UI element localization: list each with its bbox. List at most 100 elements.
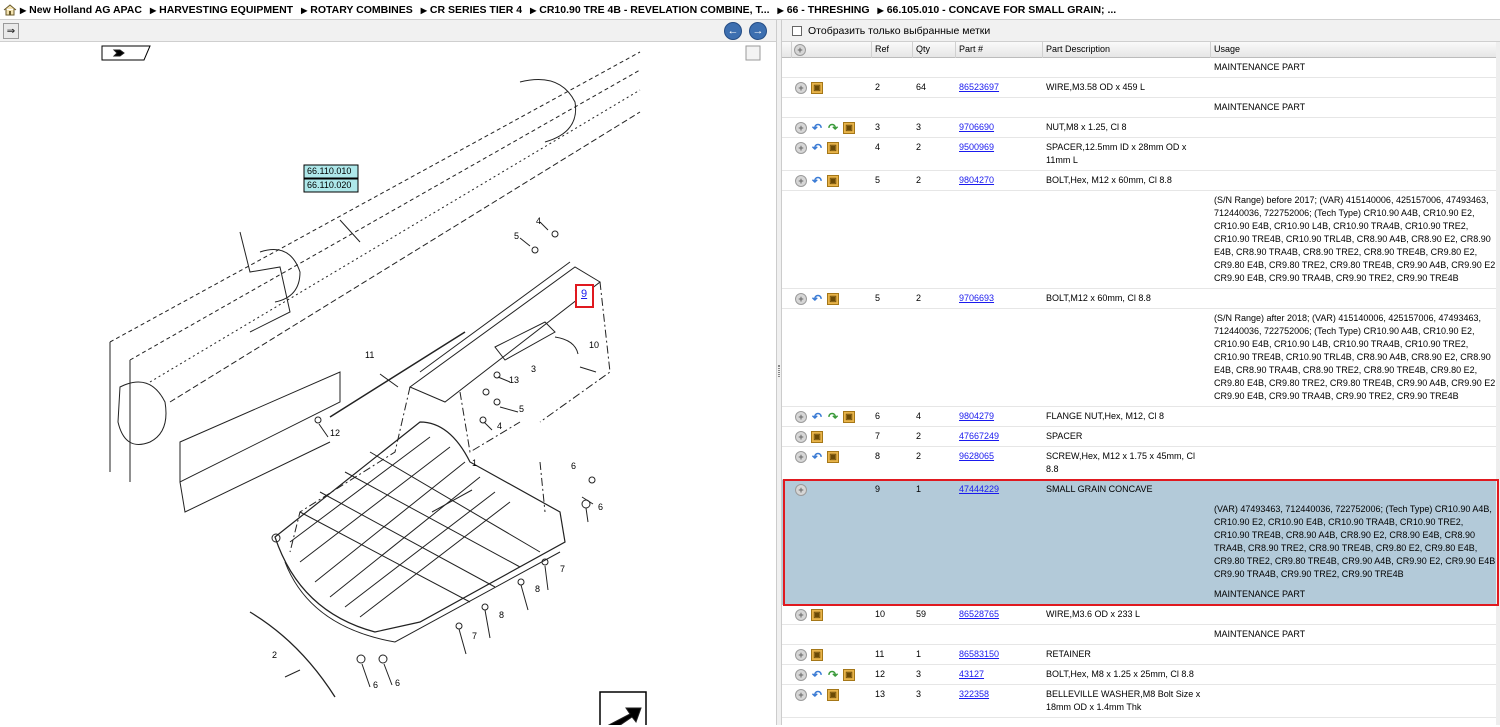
part-number-link[interactable]: 86583150	[959, 649, 999, 659]
collapse-panel-icon[interactable]: ⇒	[3, 23, 19, 39]
part-number-link[interactable]: 47667249	[959, 431, 999, 441]
package-icon[interactable]: ▣	[811, 609, 823, 621]
expand-icon[interactable]: +	[795, 451, 807, 463]
replace-forward-icon[interactable]: ↷	[827, 411, 839, 423]
table-row[interactable]: MAINTENANCE PART	[782, 585, 1500, 605]
replace-back-icon[interactable]: ↶	[811, 669, 823, 681]
table-row[interactable]: + ↶ ↷ ▣ 12 3 43127 BOLT,Hex, M8 x 1.25 x 25mm, …	[782, 665, 1500, 685]
replace-back-icon[interactable]: ↶	[811, 293, 823, 305]
expand-icon[interactable]: +	[795, 669, 807, 681]
header-ref[interactable]: Ref	[872, 42, 913, 58]
breadcrumb-item[interactable]: 66.105.010 - CONCAVE FOR SMALL GRAIN; ..…	[878, 4, 1117, 16]
part-number-link[interactable]: 9706690	[959, 122, 994, 132]
table-row[interactable]: MAINTENANCE PART	[782, 625, 1500, 645]
replace-forward-icon[interactable]: ↷	[827, 122, 839, 134]
expand-icon[interactable]: +	[795, 175, 807, 187]
replace-back-icon[interactable]: ↶	[811, 175, 823, 187]
part-number-link[interactable]: 43127	[959, 669, 984, 679]
callout[interactable]: 6	[571, 461, 576, 471]
part-number-link[interactable]: 9628065	[959, 451, 994, 461]
part-number-link[interactable]: 9500969	[959, 142, 994, 152]
table-row[interactable]: + ↶ ▣ 5 2 9706693 BOLT,M12 x 60mm, Cl 8.8	[782, 289, 1500, 309]
ref-box-label[interactable]: 66.110.020	[307, 180, 351, 190]
table-row[interactable]: +9 1 47444229 SMALL GRAIN CONCAVE	[782, 480, 1500, 500]
breadcrumb-item[interactable]: New Holland AG APAC	[20, 4, 142, 16]
expand-icon[interactable]: +	[795, 484, 807, 496]
table-row[interactable]: + ↶ ↷ ▣ 3 3 9706690 NUT,M8 x 1.25, Cl 8	[782, 118, 1500, 138]
forward-button[interactable]: →	[749, 22, 767, 40]
table-row[interactable]: + ↶ ↷ ▣ 6 4 9804279 FLANGE NUT,Hex, M12, Cl 8	[782, 407, 1500, 427]
table-row[interactable]: + ▣ 7 2 47667249 SPACER	[782, 427, 1500, 447]
callout[interactable]: 4	[536, 216, 541, 226]
callout[interactable]: 1	[472, 458, 477, 468]
table-row[interactable]: + ▣ 11 1 86583150 RETAINER	[782, 645, 1500, 665]
callout[interactable]: 8	[535, 584, 540, 594]
scrollbar[interactable]	[1496, 42, 1500, 725]
package-icon[interactable]: ▣	[843, 411, 855, 423]
table-row[interactable]: + ↶ ▣ 4 2 9500969 SPACER,12.5mm ID x 28mm OD x…	[782, 138, 1500, 171]
callout[interactable]: 2	[272, 650, 277, 660]
header-part[interactable]: Part #	[956, 42, 1043, 58]
breadcrumb-item[interactable]: 66 - THRESHING	[778, 4, 870, 16]
package-icon[interactable]: ▣	[827, 451, 839, 463]
table-row[interactable]: (S/N Range) before 2017; (VAR) 415140006…	[782, 191, 1500, 289]
replace-back-icon[interactable]: ↶	[811, 689, 823, 701]
replace-forward-icon[interactable]: ↷	[827, 669, 839, 681]
home-icon[interactable]	[0, 0, 20, 19]
callout[interactable]: 3	[531, 364, 536, 374]
package-icon[interactable]: ▣	[827, 689, 839, 701]
callout[interactable]: 12	[330, 428, 340, 438]
expand-icon[interactable]: +	[795, 82, 807, 94]
callout[interactable]: 10	[589, 340, 599, 350]
callout[interactable]: 5	[514, 231, 519, 241]
package-icon[interactable]: ▣	[811, 649, 823, 661]
expand-icon[interactable]: +	[795, 411, 807, 423]
show-selected-checkbox[interactable]	[792, 25, 802, 36]
callout[interactable]: 6	[395, 678, 400, 688]
callout[interactable]: 6	[598, 502, 603, 512]
back-button[interactable]: ←	[724, 22, 742, 40]
exploded-diagram[interactable]: 66.110.010 66.110.020 9 1 2 3 4 4 5 5 6 …	[0, 42, 776, 727]
part-number-link[interactable]: 47444229	[959, 484, 999, 494]
callout[interactable]: 11	[365, 350, 374, 360]
expand-icon[interactable]: +	[795, 609, 807, 621]
breadcrumb-item[interactable]: HARVESTING EQUIPMENT	[150, 4, 293, 16]
callout[interactable]: 7	[472, 631, 477, 641]
callout[interactable]: 4	[497, 421, 502, 431]
part-number-link[interactable]: 9804279	[959, 411, 994, 421]
package-icon[interactable]: ▣	[811, 431, 823, 443]
package-icon[interactable]: ▣	[843, 122, 855, 134]
expand-icon[interactable]: +	[795, 293, 807, 305]
part-number-link[interactable]: 86528765	[959, 609, 999, 619]
callout[interactable]: 13	[509, 375, 519, 385]
replace-back-icon[interactable]: ↶	[811, 122, 823, 134]
expand-icon[interactable]: +	[795, 122, 807, 134]
package-icon[interactable]: ▣	[827, 293, 839, 305]
package-icon[interactable]: ▣	[843, 669, 855, 681]
replace-back-icon[interactable]: ↶	[811, 451, 823, 463]
header-qty[interactable]: Qty	[913, 42, 956, 58]
part-number-link[interactable]: 86523697	[959, 82, 999, 92]
table-row[interactable]: MAINTENANCE PART	[782, 58, 1500, 78]
breadcrumb-item[interactable]: CR SERIES TIER 4	[421, 4, 522, 16]
header-desc[interactable]: Part Description	[1043, 42, 1211, 58]
callout[interactable]: 7	[560, 564, 565, 574]
table-row[interactable]: + ▣ 10 59 86528765 WIRE,M3.6 OD x 233 L	[782, 605, 1500, 625]
package-icon[interactable]: ▣	[827, 142, 839, 154]
part-number-link[interactable]: 322358	[959, 689, 989, 699]
callout[interactable]: 6	[373, 680, 378, 690]
package-icon[interactable]: ▣	[811, 82, 823, 94]
table-row[interactable]: (S/N Range) after 2018; (VAR) 415140006,…	[782, 309, 1500, 407]
package-icon[interactable]: ▣	[827, 175, 839, 187]
expand-icon[interactable]: +	[795, 431, 807, 443]
replace-back-icon[interactable]: ↶	[811, 411, 823, 423]
callout-highlight[interactable]: 9	[581, 288, 587, 300]
expand-icon[interactable]: +	[795, 142, 807, 154]
breadcrumb-item[interactable]: CR10.90 TRE 4B - REVELATION COMBINE, T..…	[530, 4, 769, 16]
table-row[interactable]: MAINTENANCE PART	[782, 98, 1500, 118]
ref-box-label[interactable]: 66.110.010	[307, 166, 351, 176]
part-number-link[interactable]: 9804270	[959, 175, 994, 185]
callout[interactable]: 8	[499, 610, 504, 620]
expand-all-icon[interactable]: +	[794, 44, 806, 56]
breadcrumb-item[interactable]: ROTARY COMBINES	[301, 4, 412, 16]
